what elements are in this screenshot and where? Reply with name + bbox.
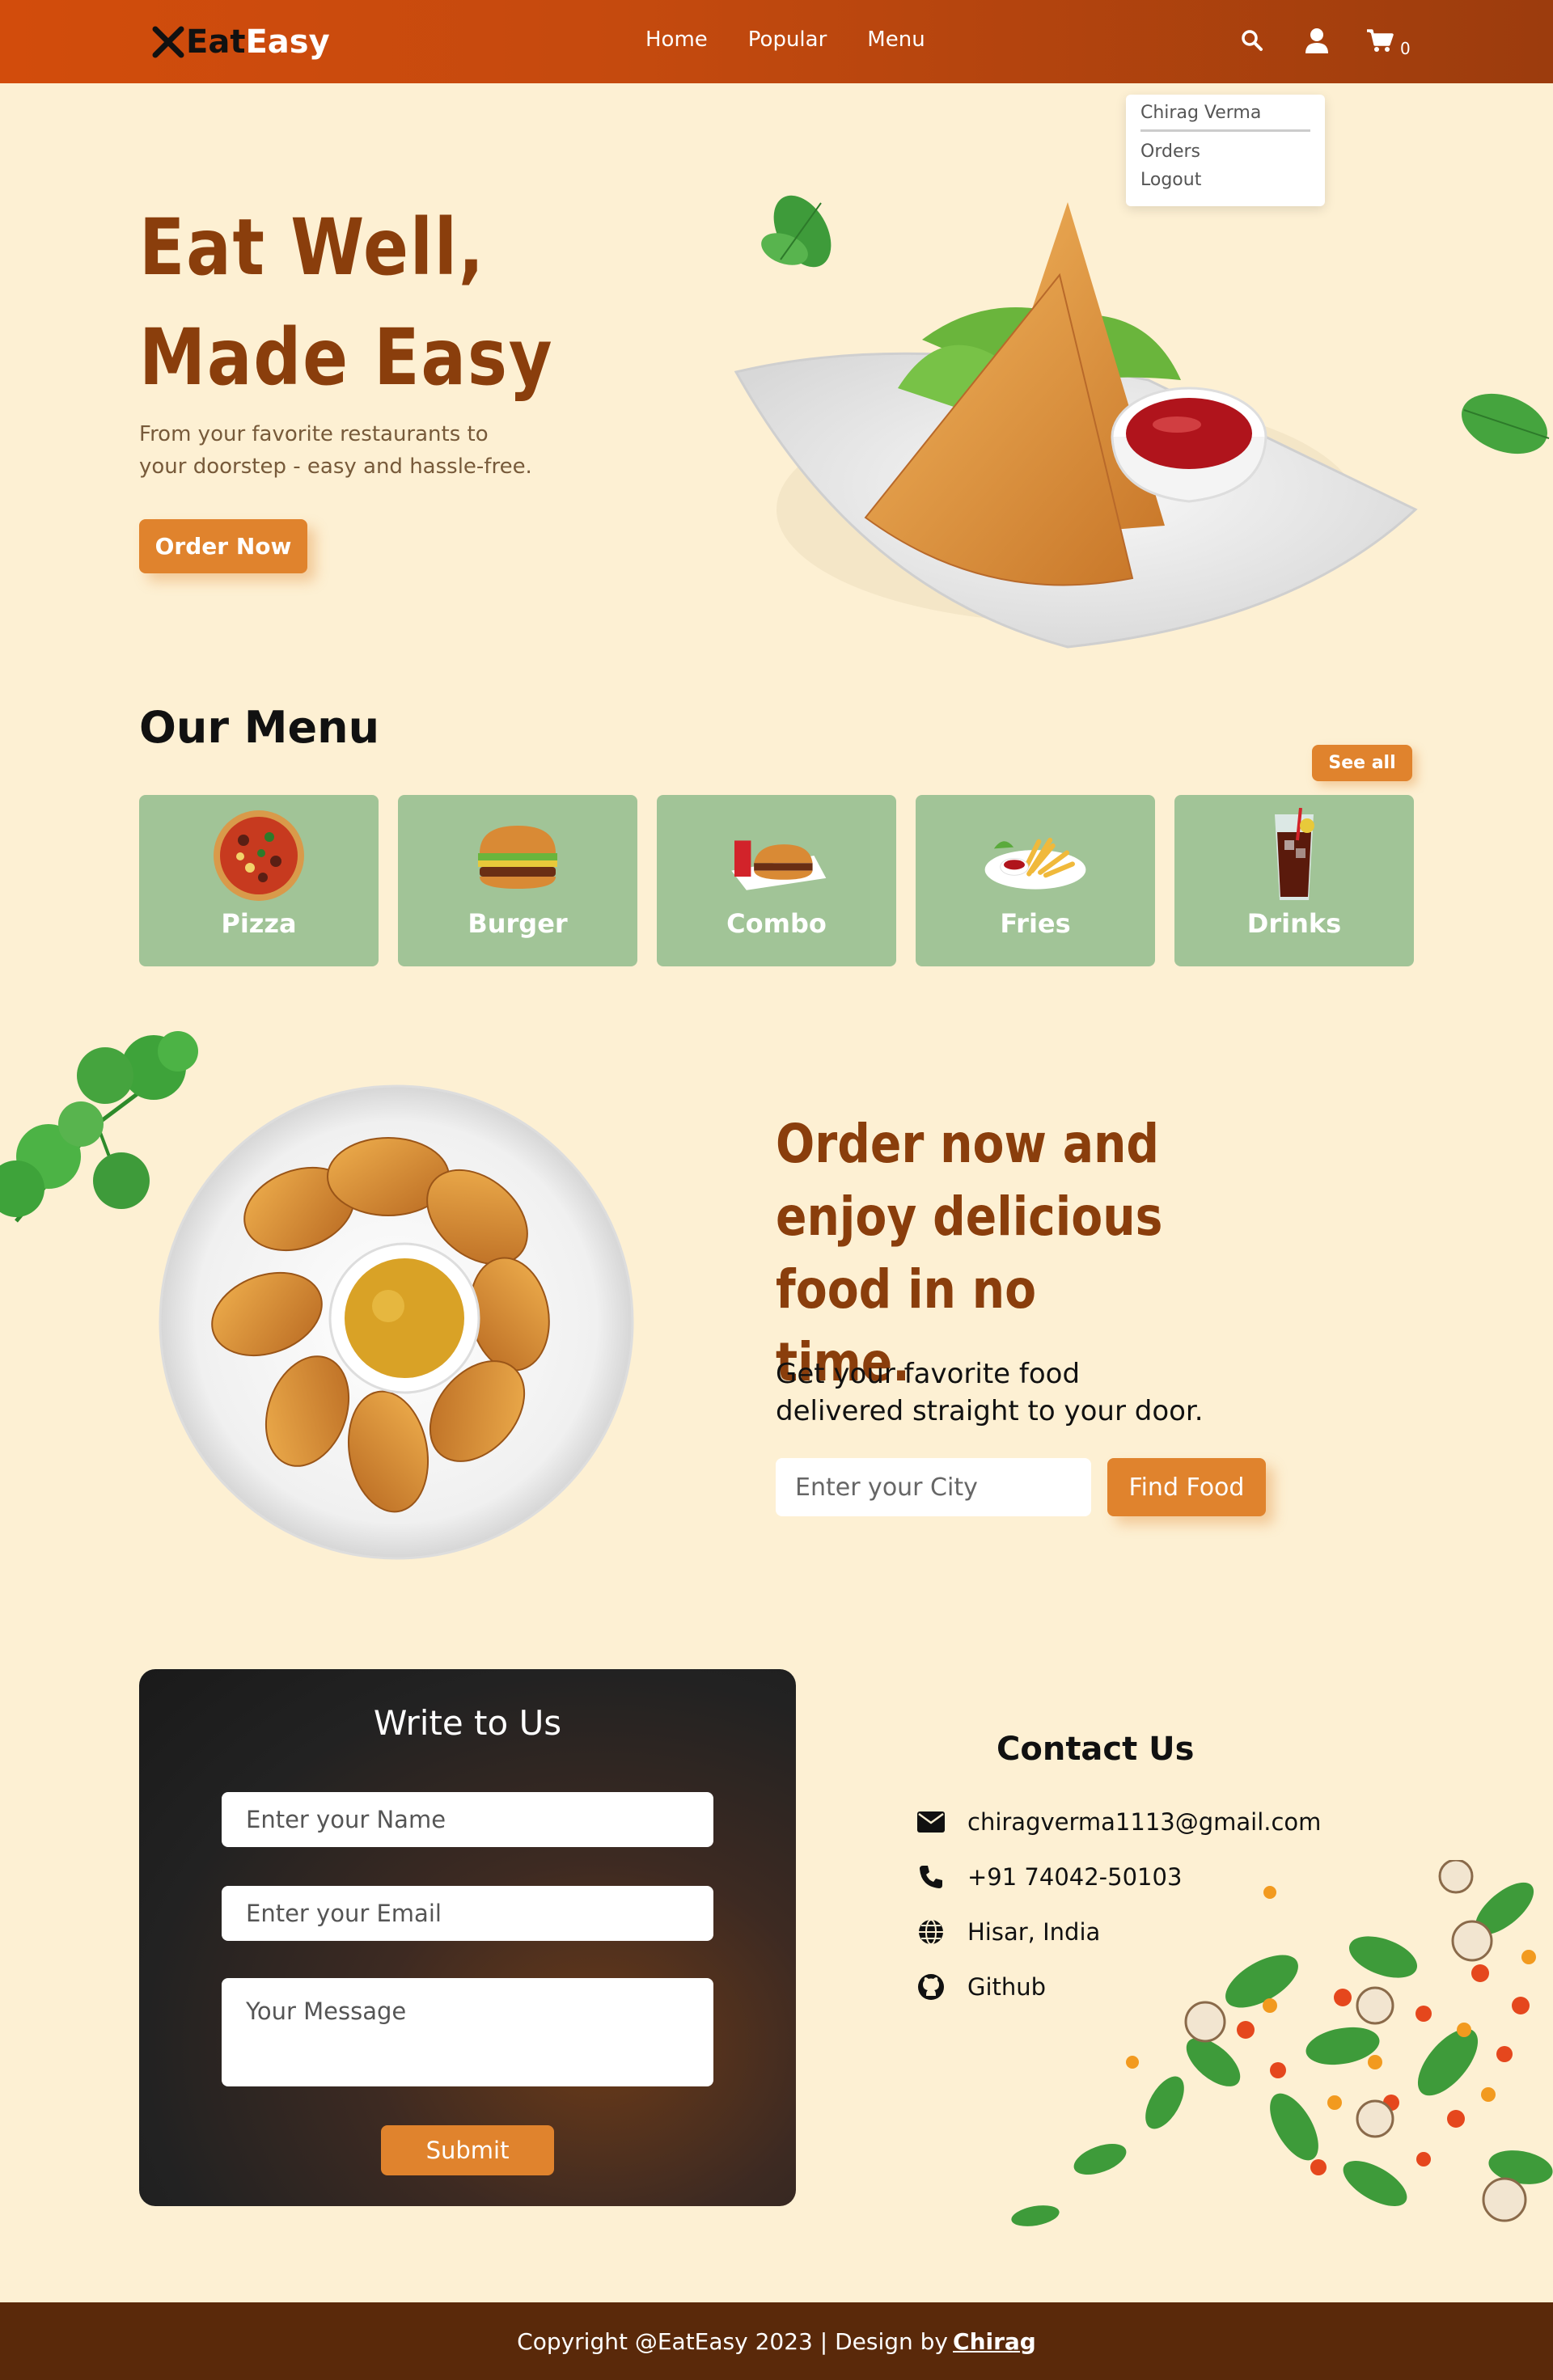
promo-subtitle: Get your favorite food delivered straight…: [776, 1355, 1229, 1430]
user-name: Chirag Verma: [1140, 103, 1310, 132]
write-to-us-form: Write to Us Submit: [139, 1669, 796, 2206]
menu-categories: Pizza Burger Combo Fries Drinks: [139, 795, 1414, 966]
see-all-button[interactable]: See all: [1312, 745, 1412, 781]
cart-icon[interactable]: [1365, 26, 1394, 55]
menu-item-orders[interactable]: Orders: [1140, 142, 1310, 162]
promo-subtitle-line1: Get your favorite food: [776, 1358, 1081, 1390]
navbar: Eat Easy Home Popular Menu 0: [0, 0, 1553, 83]
form-title: Write to Us: [373, 1703, 562, 1743]
logo[interactable]: Eat Easy: [150, 21, 330, 63]
vegetables-image: [1011, 1860, 1553, 2226]
name-input[interactable]: [222, 1792, 713, 1847]
menu-title: Our Menu: [139, 702, 380, 753]
category-label: Combo: [726, 908, 827, 939]
cart-count: 0: [1400, 39, 1411, 58]
hero-title-line2: Made Easy: [139, 312, 554, 403]
nav-menu[interactable]: Menu: [867, 27, 925, 52]
pizza-icon: [206, 808, 311, 903]
fries-icon: [983, 808, 1088, 903]
message-textarea[interactable]: [222, 1978, 713, 2086]
category-card-combo[interactable]: Combo: [657, 795, 896, 966]
user-icon[interactable]: [1302, 26, 1331, 55]
contact-email[interactable]: chiragverma1113@gmail.com: [967, 1808, 1321, 1836]
footer: Copyright @EatEasy 2023 | Design by Chir…: [0, 2302, 1553, 2380]
combo-icon: [724, 808, 829, 903]
city-input[interactable]: [776, 1458, 1091, 1516]
logo-text-easy: Easy: [245, 23, 330, 61]
utensils-icon: [152, 26, 184, 58]
burger-icon: [465, 808, 570, 903]
envelope-icon: [916, 1807, 946, 1837]
phone-icon: [916, 1862, 946, 1892]
samosa-plate-image: [734, 202, 1418, 649]
contact-email-row: chiragverma1113@gmail.com: [916, 1807, 1321, 1837]
promo-subtitle-line2: delivered straight to your door.: [776, 1395, 1204, 1427]
category-card-pizza[interactable]: Pizza: [139, 795, 379, 966]
category-label: Burger: [468, 908, 568, 939]
category-label: Fries: [1000, 908, 1071, 939]
github-icon: [916, 1972, 946, 2002]
find-food-button[interactable]: Find Food: [1107, 1458, 1266, 1516]
submit-button[interactable]: Submit: [381, 2125, 554, 2175]
globe-icon: [916, 1917, 946, 1947]
nav-home[interactable]: Home: [645, 27, 708, 52]
footer-author-link[interactable]: Chirag: [953, 2328, 1036, 2355]
drinks-icon: [1242, 808, 1347, 903]
hero-subtitle: From your favorite restaurants to your d…: [139, 422, 532, 479]
category-card-drinks[interactable]: Drinks: [1174, 795, 1414, 966]
category-label: Pizza: [221, 908, 297, 939]
mint-leaf-icon: [1462, 393, 1550, 454]
search-icon[interactable]: [1238, 26, 1267, 55]
order-now-button[interactable]: Order Now: [139, 519, 307, 573]
logo-text-eat: Eat: [186, 23, 246, 61]
contact-title: Contact Us: [997, 1731, 1195, 1768]
momos-plate-image: [159, 1084, 634, 1560]
category-label: Drinks: [1246, 908, 1342, 939]
category-card-burger[interactable]: Burger: [398, 795, 637, 966]
nav-popular[interactable]: Popular: [748, 27, 827, 52]
hero-title: Eat Well, Made Easy: [139, 192, 553, 412]
footer-copyright: Copyright @EatEasy 2023 | Design by: [517, 2327, 949, 2355]
category-card-fries[interactable]: Fries: [916, 795, 1155, 966]
email-input[interactable]: [222, 1886, 713, 1941]
nav-links: Home Popular Menu: [645, 27, 925, 52]
hero-title-line1: Eat Well,: [139, 202, 485, 293]
